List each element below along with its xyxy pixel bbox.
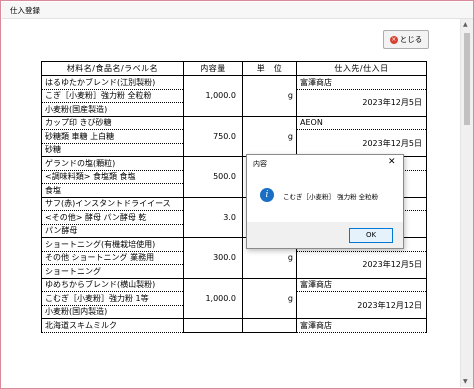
material-name[interactable]: カップ印 きび砂糖 — [41, 115, 184, 130]
quantity-cell[interactable]: 500.0 — [183, 156, 243, 198]
quantity-cell[interactable]: 3.0 — [183, 196, 243, 238]
dialog-footer: OK — [247, 222, 403, 248]
supplier-cell[interactable]: AEON — [296, 115, 427, 130]
vertical-scrollbar[interactable]: ▲ ▼ — [460, 19, 473, 387]
label-name[interactable]: 小麦粉(国内製造) — [41, 304, 184, 319]
material-name[interactable]: ゲランドの塩(顆粒) — [41, 156, 184, 171]
material-name[interactable]: 北海道スキムミルク — [41, 318, 184, 333]
unit-cell[interactable]: g — [242, 75, 297, 117]
quantity-cell[interactable]: 750.0 — [183, 115, 243, 157]
dialog-message: こむぎ［小麦粉］ 強力粉 全粒粉 — [283, 193, 379, 201]
title-bar: 仕入登録 — [2, 2, 473, 19]
food-name[interactable]: <その他> 酵母 パン酵母 乾 — [41, 210, 184, 225]
label-name[interactable]: 小麦粉(国産製造) — [41, 102, 184, 117]
dialog-close-icon[interactable]: ✕ — [388, 157, 396, 167]
scrollbar-thumb[interactable] — [464, 33, 470, 125]
table-row[interactable]: はるゆたかブレンド(江別製粉) 1,000.0 g 富澤商店 — [41, 75, 427, 117]
material-name[interactable]: ゆめちからブレンド(横山製粉) — [41, 277, 184, 292]
food-name[interactable]: その他 ショートニング 業務用 — [41, 250, 184, 265]
close-button-label: とじる — [399, 35, 423, 44]
scroll-up-arrow-icon[interactable]: ▲ — [463, 21, 468, 28]
header-material: 材料名/食品名/ラベル名 — [41, 61, 184, 76]
supplier-cell[interactable]: 富澤商店 — [296, 75, 427, 90]
table-row[interactable]: 北海道スキムミルク 富澤商店 — [41, 318, 427, 333]
material-name[interactable]: サフ(赤)インスタントドライイース — [41, 196, 184, 211]
quantity-cell[interactable]: 1,000.0 — [183, 75, 243, 117]
label-name[interactable]: 食塩 — [41, 183, 184, 198]
purchase-date-cell[interactable]: 2023年12月5日 — [296, 129, 427, 157]
quantity-cell[interactable] — [183, 318, 243, 333]
purchase-date-cell[interactable]: 2023年12月5日 — [296, 250, 427, 279]
material-name[interactable]: はるゆたかブレンド(江別製粉) — [41, 75, 184, 90]
close-button[interactable]: × とじる — [383, 30, 429, 49]
label-name[interactable]: 砂糖 — [41, 142, 184, 157]
food-name[interactable]: こぎ［小麦粉］強力粉 全粒粉 — [41, 88, 184, 103]
label-name[interactable]: パン酵母 — [41, 223, 184, 238]
unit-cell[interactable]: g — [242, 115, 297, 157]
food-name[interactable]: <調味料類> 食塩類 食塩 — [41, 169, 184, 184]
label-name[interactable]: ショートニング — [41, 264, 184, 279]
quantity-cell[interactable]: 300.0 — [183, 237, 243, 279]
scroll-down-arrow-icon[interactable]: ▼ — [463, 378, 468, 385]
supplier-cell[interactable]: 富澤商店 — [296, 277, 427, 292]
table-row[interactable]: カップ印 きび砂糖 750.0 g AEON — [41, 115, 427, 157]
message-dialog: 内容 ✕ i こむぎ［小麦粉］ 強力粉 全粒粉 OK — [246, 154, 404, 249]
header-supplier: 仕入先/仕入日 — [296, 61, 427, 76]
material-name[interactable]: ショートニング(有機栽培使用) — [41, 237, 184, 252]
unit-cell[interactable] — [242, 318, 297, 333]
table-header-row: 材料名/食品名/ラベル名 内容量 単 位 仕入先/仕入日 — [41, 61, 427, 76]
purchase-date-cell[interactable]: 2023年12月12日 — [296, 291, 427, 319]
supplier-cell[interactable]: 富澤商店 — [296, 318, 427, 333]
table-row[interactable]: ゆめちからブレンド(横山製粉) 1,000.0 g 富澤商店 — [41, 277, 427, 319]
header-unit: 単 位 — [242, 61, 297, 76]
info-icon: i — [260, 188, 274, 202]
purchase-date-cell[interactable]: 2023年12月5日 — [296, 88, 427, 117]
dialog-title: 内容 — [253, 160, 267, 168]
food-name[interactable]: こむぎ［小麦粉］強力粉 1等 — [41, 291, 184, 306]
ok-button[interactable]: OK — [349, 228, 393, 243]
header-quantity: 内容量 — [183, 61, 243, 76]
unit-cell[interactable]: g — [242, 277, 297, 319]
food-name[interactable]: 砂糖類 車糖 上白糖 — [41, 129, 184, 144]
window-title: 仕入登録 — [10, 6, 40, 15]
quantity-cell[interactable]: 1,000.0 — [183, 277, 243, 319]
close-circle-icon: × — [389, 35, 398, 44]
